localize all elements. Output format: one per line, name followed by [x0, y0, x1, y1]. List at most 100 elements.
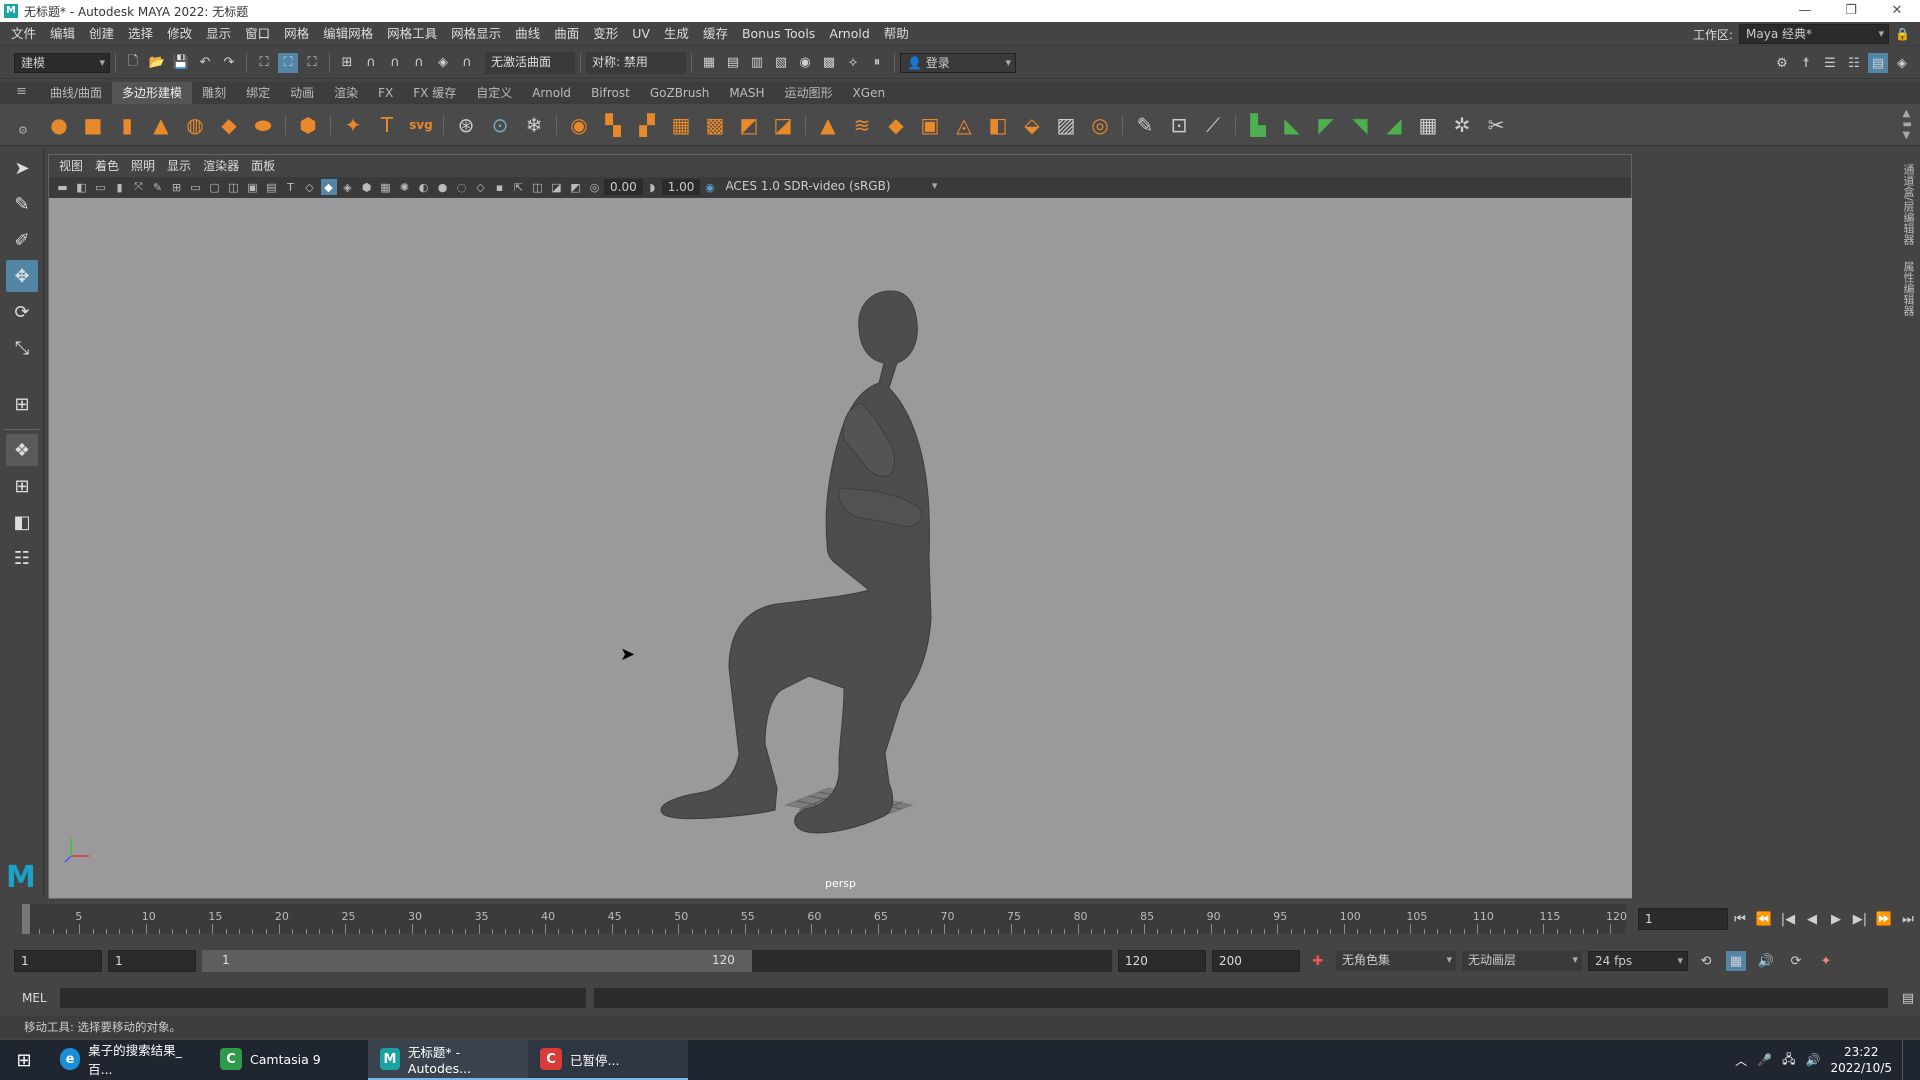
cylindrical-map-icon[interactable]: ◤ [1311, 110, 1341, 140]
menu-item[interactable]: 选择 [121, 22, 160, 46]
platonic-solid-icon[interactable]: ⬢ [293, 110, 323, 140]
super-shape-icon[interactable]: ✦ [338, 110, 368, 140]
append-poly-icon[interactable]: ⬙ [1017, 110, 1047, 140]
snap-surface-icon[interactable]: ◈ [433, 53, 453, 73]
menu-item[interactable]: 网格工具 [380, 22, 444, 46]
remesh-icon[interactable]: ◪ [768, 110, 798, 140]
four-view-icon[interactable]: ❖ [6, 434, 38, 466]
menu-item[interactable]: Bonus Tools [735, 22, 822, 46]
image-plane-icon[interactable]: ▮ [112, 179, 128, 195]
live-surface-field[interactable]: 无激活曲面 [485, 51, 575, 74]
poly-sphere-icon[interactable]: ● [44, 110, 74, 140]
undo-icon[interactable]: ↶ [195, 53, 215, 73]
exposure-icon[interactable]: ◎ [587, 179, 603, 195]
step-forward-key-icon[interactable]: ▶| [1850, 909, 1870, 929]
menu-item[interactable]: 修改 [160, 22, 199, 46]
quadrangulate-icon[interactable]: ◧ [983, 110, 1013, 140]
restore-button[interactable]: ❐ [1828, 0, 1874, 22]
depth-of-field-icon[interactable]: ◇ [473, 179, 489, 195]
measure-icon[interactable]: ⊙ [485, 110, 515, 140]
grid-toggle-icon[interactable]: ⊞ [169, 179, 185, 195]
split-icon[interactable]: ▨ [1051, 110, 1081, 140]
multi-cut-icon[interactable]: ✎ [1130, 110, 1160, 140]
menu-item[interactable]: 文件 [4, 22, 43, 46]
menu-item[interactable]: 曲面 [547, 22, 586, 46]
mel-label[interactable]: MEL [22, 991, 52, 1005]
select-tool-icon[interactable]: ➤ [6, 152, 38, 184]
current-frame-field[interactable]: 1 [1638, 908, 1728, 930]
open-scene-icon[interactable]: 📂 [147, 53, 167, 73]
menu-item[interactable]: 网格显示 [444, 22, 508, 46]
taskbar-app-edge[interactable]: e 桌子的搜索结果_百... [48, 1040, 208, 1080]
timeline-track[interactable]: 1510152025303540455055606570758085909510… [22, 904, 1627, 934]
command-input[interactable] [59, 988, 586, 1008]
fill-hole-icon[interactable]: ▣ [915, 110, 945, 140]
shelf-tab[interactable]: Bifrost [581, 82, 640, 104]
isolate-select-icon[interactable]: ▪ [492, 179, 508, 195]
fps-select[interactable]: 24 fps [1588, 951, 1688, 971]
outliner-icon[interactable]: ☷ [6, 542, 38, 574]
viewport-menu-item[interactable]: 渲染器 [197, 155, 245, 177]
bridge-icon[interactable]: ≋ [847, 110, 877, 140]
textured-icon[interactable]: ⬢ [359, 179, 375, 195]
mirror-icon[interactable]: ▩ [700, 110, 730, 140]
shelf-tab[interactable]: 雕刻 [192, 82, 236, 104]
poly-plane-icon[interactable]: ◆ [214, 110, 244, 140]
arnold-ipr-icon[interactable]: ⟡ [843, 53, 863, 73]
end-time-field[interactable]: 200 [1212, 950, 1300, 972]
clock[interactable]: 23:22 2022/10/5 [1830, 1044, 1892, 1076]
menu-item[interactable]: 编辑 [43, 22, 82, 46]
shelf-tab[interactable]: FX [368, 82, 403, 104]
poly-disc-icon[interactable]: ⬬ [248, 110, 278, 140]
use-all-lights-icon[interactable]: ▦ [378, 179, 394, 195]
combine-icon[interactable]: ◉ [564, 110, 594, 140]
snap-curve-icon[interactable]: ∩ [361, 53, 381, 73]
shelf-menu-icon[interactable]: ≡ [16, 84, 27, 99]
freeze-icon[interactable]: ❄ [519, 110, 549, 140]
anti-aliasing-icon[interactable]: ◌ [454, 179, 470, 195]
windows-start-icon[interactable]: ⊞ [0, 1040, 48, 1080]
play-forward-icon[interactable]: ▶ [1826, 909, 1846, 929]
poly-torus-icon[interactable]: ◍ [180, 110, 210, 140]
lock-icon[interactable]: 🔒 [1895, 27, 1910, 41]
xray-icon[interactable]: ⇱ [511, 179, 527, 195]
extrude-icon[interactable]: ▲ [813, 110, 843, 140]
film-gate-icon[interactable]: ▭ [188, 179, 204, 195]
auto-key-icon[interactable]: ✚ [1308, 951, 1328, 971]
bevel-icon[interactable]: ◆ [881, 110, 911, 140]
playback-start-field[interactable]: 1 [108, 950, 196, 972]
menu-item[interactable]: UV [625, 22, 657, 46]
human-ik-icon[interactable]: ☨ [1796, 53, 1816, 73]
shelf-tab[interactable]: 绑定 [236, 82, 280, 104]
grease-pencil-icon[interactable]: ✎ [150, 179, 166, 195]
ambient-occlusion-icon[interactable]: ◐ [416, 179, 432, 195]
menu-item[interactable]: Arnold [822, 22, 876, 46]
boolean-icon[interactable]: ◩ [734, 110, 764, 140]
color-management-icon[interactable]: ◉ [702, 179, 718, 195]
menu-item[interactable]: 生成 [657, 22, 696, 46]
render-settings-icon[interactable]: ▧ [771, 53, 791, 73]
script-editor-icon[interactable]: ▤ [1898, 988, 1918, 1008]
workspace-select[interactable]: Maya 经典* [1739, 24, 1890, 44]
viewport-menu-item[interactable]: 显示 [161, 155, 197, 177]
ipr-render-icon[interactable]: ▥ [747, 53, 767, 73]
safe-title-icon[interactable]: T [283, 179, 299, 195]
safe-action-icon[interactable]: ▤ [264, 179, 280, 195]
taskbar-app-recorder[interactable]: C 已暂停... [528, 1040, 688, 1080]
exposure-field[interactable]: 0.00 [604, 179, 643, 195]
menu-item[interactable]: 编辑网格 [316, 22, 380, 46]
gamma-field[interactable]: 1.00 [661, 179, 701, 195]
sound-icon[interactable]: 🔊 [1756, 951, 1776, 971]
scale-tool-icon[interactable]: ⤡ [6, 332, 38, 364]
rotate-tool-icon[interactable]: ⟳ [6, 296, 38, 328]
modeling-toolkit-icon[interactable]: ⚙ [1772, 53, 1792, 73]
channel-box-icon[interactable]: ▤ [1868, 53, 1888, 73]
attribute-editor-icon[interactable]: ☰ [1820, 53, 1840, 73]
extract-icon[interactable]: ▞ [632, 110, 662, 140]
move-tool-icon[interactable]: ✥ [6, 260, 38, 292]
attribute-editor-tab[interactable]: 属性编辑器 [1900, 261, 1916, 316]
sculpt-icon[interactable]: ⊛ [451, 110, 481, 140]
shelf-tab[interactable]: 自定义 [466, 82, 522, 104]
menu-item[interactable]: 显示 [199, 22, 238, 46]
viewport-menu-item[interactable]: 视图 [53, 155, 89, 177]
